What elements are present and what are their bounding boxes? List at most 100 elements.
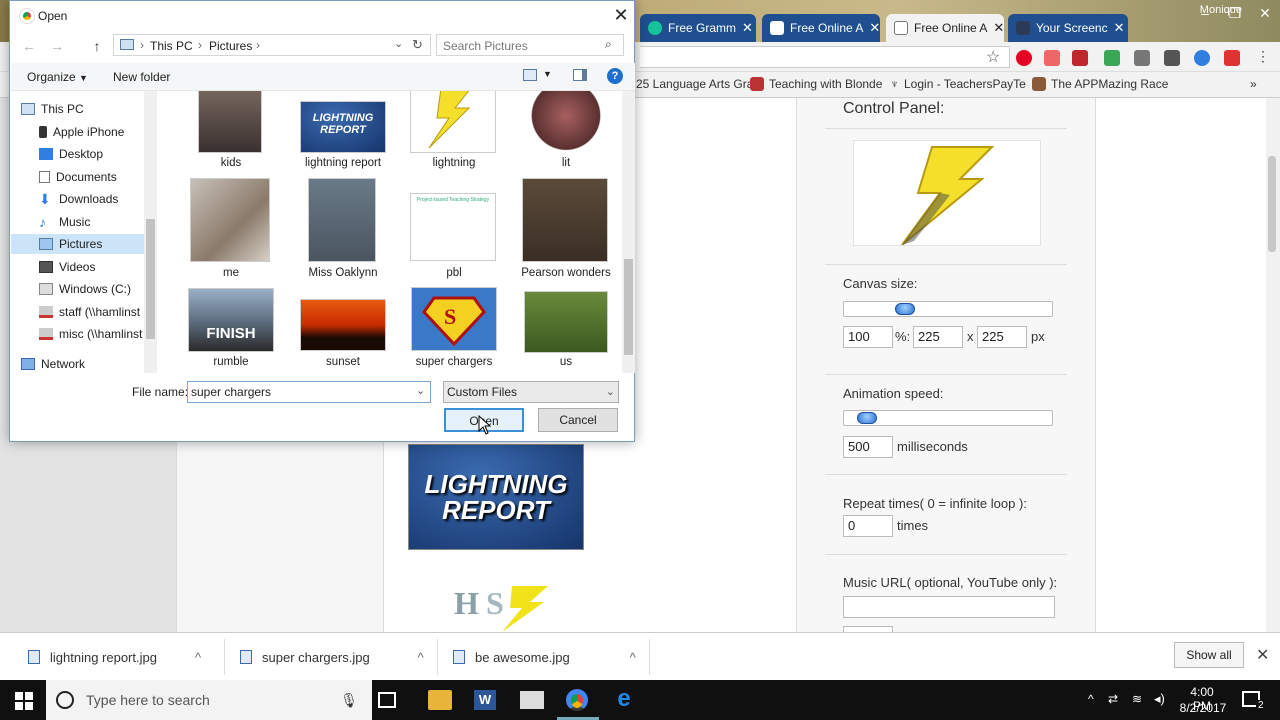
chevron-up-icon[interactable]: ^ [195, 650, 201, 665]
preview-pane-icon[interactable] [573, 69, 587, 81]
pinterest-icon[interactable] [1016, 50, 1032, 66]
music-url-input[interactable] [843, 596, 1055, 618]
bookmark-item[interactable]: 25 Language Arts Gra [636, 77, 753, 91]
browser-tab[interactable]: Free Online A ✕ [762, 14, 880, 42]
canvas-percent-input[interactable]: 100 [843, 326, 893, 348]
organize-button[interactable]: Organize ▼ [27, 70, 88, 84]
file-name[interactable]: me [176, 267, 286, 279]
file-name[interactable]: rumble [176, 356, 286, 368]
download-item[interactable]: super chargers.jpg ^ [240, 643, 424, 671]
files-scrollbar-thumb[interactable] [624, 259, 633, 355]
speed-input[interactable]: 500 [843, 436, 893, 458]
extension-icon[interactable] [1164, 50, 1180, 66]
browser-tab-active[interactable]: Free Online A ✕ [886, 14, 1004, 42]
refresh-icon[interactable]: ↻ [412, 37, 423, 53]
up-icon[interactable]: ↑ [88, 37, 106, 55]
nav-scrollbar[interactable] [144, 91, 157, 373]
maximize-icon[interactable]: ❐ [1220, 0, 1250, 26]
edge-icon[interactable]: e [612, 687, 636, 712]
file-explorer-icon[interactable] [428, 690, 452, 710]
file-thumbnail[interactable]: S [411, 287, 497, 351]
file-thumbnail[interactable]: Project-based Teaching Strategy [410, 193, 496, 261]
browser-tab[interactable]: Your Screenc ✕ [1008, 14, 1128, 42]
filename-input[interactable]: super chargers ⌄ [187, 381, 431, 403]
file-name[interactable]: lit [511, 157, 621, 169]
task-view-icon[interactable] [378, 692, 396, 708]
forward-icon[interactable]: → [48, 37, 66, 55]
canvas-width-input[interactable]: 225 [913, 326, 963, 348]
view-icon[interactable] [523, 69, 537, 81]
address-bar[interactable] [640, 46, 1010, 68]
file-name[interactable]: pbl [399, 267, 509, 279]
mail-icon[interactable] [520, 691, 544, 709]
chevron-down-icon[interactable]: ⌄ [416, 384, 425, 397]
more-bookmarks-icon[interactable]: » [1250, 77, 1257, 91]
page-scrollbar-thumb[interactable] [1268, 156, 1276, 252]
nav-scrollbar-thumb[interactable] [146, 219, 155, 339]
wifi-icon[interactable]: ≋ [1132, 692, 1142, 706]
canvas-height-input[interactable]: 225 [977, 326, 1027, 348]
chevron-down-icon[interactable]: ▼ [543, 69, 552, 79]
close-tab-icon[interactable]: ✕ [742, 20, 753, 36]
file-thumbnail[interactable] [524, 91, 608, 153]
star-icon[interactable]: ☆ [986, 47, 1000, 67]
close-tab-icon[interactable]: ✕ [1114, 20, 1125, 36]
word-icon[interactable]: W [474, 690, 496, 710]
close-downloads-icon[interactable]: ✕ [1256, 645, 1269, 665]
tray-chevron-icon[interactable]: ^ [1088, 692, 1094, 706]
file-name[interactable]: kids [176, 157, 286, 169]
files-scrollbar[interactable] [622, 91, 635, 373]
file-thumbnail[interactable]: LIGHTNING REPORT [300, 101, 386, 153]
file-name[interactable]: us [511, 356, 621, 368]
help-icon[interactable]: ? [607, 68, 623, 84]
chrome-taskbar-icon[interactable] [566, 689, 588, 711]
tray-sync-icon[interactable]: ⇄ [1108, 692, 1118, 706]
file-thumbnail[interactable] [300, 299, 386, 351]
chevron-down-icon[interactable]: ⌄ [394, 37, 403, 50]
nav-item-pictures[interactable]: Pictures [11, 234, 145, 254]
breadcrumb-pictures[interactable]: Pictures [209, 39, 252, 53]
canvas-size-slider[interactable] [843, 301, 1053, 317]
cancel-button[interactable]: Cancel [538, 408, 618, 432]
file-thumbnail[interactable] [410, 91, 496, 153]
slider-knob[interactable] [857, 412, 877, 424]
dialog-address-bar[interactable]: › This PC › Pictures › ⌄ ↻ [113, 34, 431, 56]
taskbar-search[interactable]: Type here to search 🎙 [46, 680, 372, 720]
close-tab-icon[interactable]: ✕ [869, 20, 880, 36]
extension-icon[interactable] [1194, 50, 1210, 66]
browser-tab[interactable]: Free Gramm ✕ [640, 14, 756, 42]
file-name[interactable]: Pearson wonders [511, 267, 621, 279]
volume-icon[interactable]: ◂) [1154, 691, 1165, 707]
file-name[interactable]: sunset [288, 356, 398, 368]
camera-icon[interactable] [1044, 50, 1060, 66]
animation-speed-slider[interactable] [843, 410, 1053, 426]
file-name[interactable]: super chargers [399, 356, 509, 368]
close-window-icon[interactable]: ✕ [1250, 0, 1280, 26]
menu-icon[interactable]: ⋮ [1256, 48, 1270, 65]
dialog-close-icon[interactable]: ✕ [608, 3, 634, 29]
slider-knob[interactable] [895, 303, 915, 315]
bookmark-item[interactable]: Teaching with Blonde [750, 77, 882, 91]
microphone-icon[interactable]: 🎙 [340, 692, 358, 709]
download-item[interactable]: lightning report.jpg ^ [28, 643, 201, 671]
file-thumbnail[interactable] [198, 91, 262, 153]
close-tab-icon[interactable]: ✕ [993, 20, 1004, 36]
file-thumbnail[interactable]: FINISH [188, 288, 274, 352]
chevron-up-icon[interactable]: ^ [418, 650, 424, 665]
bookmark-item[interactable]: The APPMazing Race [1032, 77, 1168, 91]
bookmark-item[interactable]: ♆ Login - TeachersPayTe [890, 77, 1026, 91]
file-thumbnail[interactable] [522, 178, 608, 262]
minimize-icon[interactable]: – [1190, 0, 1220, 26]
file-name[interactable]: Miss Oaklynn [288, 267, 398, 279]
nav-item-network[interactable]: Network [21, 354, 145, 374]
breadcrumb-this-pc[interactable]: This PC [150, 39, 193, 53]
chevron-up-icon[interactable]: ^ [630, 650, 636, 665]
file-thumbnail[interactable] [308, 178, 376, 262]
file-name[interactable]: lightning [399, 157, 509, 169]
clock-date[interactable]: 8/2/2017 [1178, 701, 1228, 715]
download-item[interactable]: be awesome.jpg ^ [453, 643, 636, 671]
new-folder-button[interactable]: New folder [113, 70, 170, 84]
windows-start-icon[interactable] [15, 692, 33, 710]
back-icon[interactable]: ← [20, 37, 38, 55]
extension-icon[interactable] [1104, 50, 1120, 66]
